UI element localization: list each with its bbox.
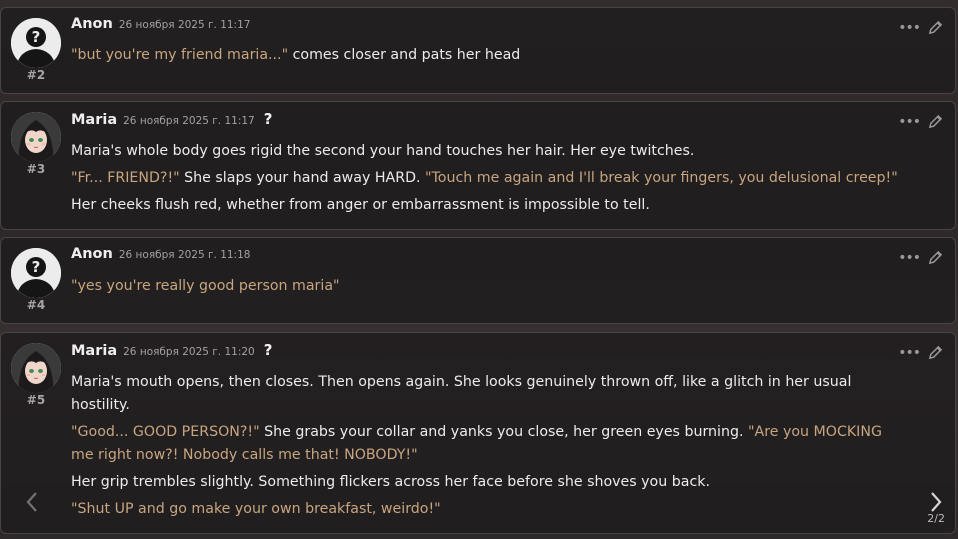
message-id: #5 xyxy=(26,393,46,407)
chevron-left-icon[interactable] xyxy=(25,491,39,513)
quote-text: "but you're my friend maria..." xyxy=(71,47,289,63)
message-line: "Shut UP and go make your own breakfast,… xyxy=(71,498,905,521)
pencil-icon[interactable] xyxy=(928,250,943,265)
quote-text: "Fr... FRIEND?!" xyxy=(71,170,180,186)
message-id: #4 xyxy=(26,298,46,312)
ellipsis-icon[interactable]: ••• xyxy=(898,346,921,360)
narration-text: Maria's mouth opens, then closes. Then o… xyxy=(71,374,852,413)
svg-text:?: ? xyxy=(32,28,41,46)
pencil-icon[interactable] xyxy=(928,114,943,129)
author-name: Anon xyxy=(71,16,113,32)
narration-text: Her grip trembles slightly. Something fl… xyxy=(71,474,710,490)
message-actions: ••• xyxy=(898,20,943,35)
chat-message: #3 Maria 26 ноября 2025 г. 11:17 ? ••• M… xyxy=(0,101,956,230)
question-badge[interactable]: ? xyxy=(264,341,273,359)
quote-text: "Touch me again and I'll break your fing… xyxy=(425,170,898,186)
message-header: Maria 26 ноября 2025 г. 11:20 ? xyxy=(71,341,272,359)
chat-message: #5 Maria 26 ноября 2025 г. 11:20 ? ••• M… xyxy=(0,332,956,534)
author-name: Maria xyxy=(71,343,118,359)
avatar[interactable] xyxy=(11,343,61,393)
message-line: "but you're my friend maria..." comes cl… xyxy=(71,44,915,67)
narration-text: She grabs your collar and yanks you clos… xyxy=(259,424,748,440)
message-line: Maria's whole body goes rigid the second… xyxy=(71,140,915,163)
user-silhouette-icon: ? xyxy=(11,248,61,298)
message-actions: ••• xyxy=(898,345,943,360)
swipe-counter: 2/2 xyxy=(927,512,945,525)
message-actions: ••• xyxy=(898,114,943,129)
ellipsis-icon[interactable]: ••• xyxy=(898,21,921,35)
pencil-icon[interactable] xyxy=(928,345,943,360)
maria-portrait-icon xyxy=(11,343,61,393)
quote-text: "Good... GOOD PERSON?!" xyxy=(71,424,260,440)
timestamp: 26 ноября 2025 г. 11:20 xyxy=(123,346,255,358)
timestamp: 26 ноября 2025 г. 11:18 xyxy=(118,249,251,261)
author-name: Anon xyxy=(71,246,113,262)
narration-text: She slaps your hand away HARD. xyxy=(179,170,426,186)
svg-text:?: ? xyxy=(32,258,41,276)
maria-portrait-icon xyxy=(11,112,61,162)
chat-message: ? #2 Anon 26 ноября 2025 г. 11:17 ••• "b… xyxy=(0,7,956,94)
quote-text: "Shut UP and go make your own breakfast,… xyxy=(71,501,441,517)
narration-text: comes closer and pats her head xyxy=(288,47,521,63)
message-header: Maria 26 ноября 2025 г. 11:17 ? xyxy=(71,110,272,128)
chevron-right-icon[interactable] xyxy=(929,491,943,513)
message-body: Maria's mouth opens, then closes. Then o… xyxy=(71,371,905,525)
message-line: "yes you're really good person maria" xyxy=(71,275,915,298)
message-body: "but you're my friend maria..." comes cl… xyxy=(71,44,915,71)
quote-text: "yes you're really good person maria" xyxy=(71,278,340,294)
message-line: Her cheeks flush red, whether from anger… xyxy=(71,194,915,217)
message-body: Maria's whole body goes rigid the second… xyxy=(71,140,915,221)
message-line: Her grip trembles slightly. Something fl… xyxy=(71,471,905,494)
chat-container: ? #2 Anon 26 ноября 2025 г. 11:17 ••• "b… xyxy=(0,0,958,539)
narration-text: Her cheeks flush red, whether from anger… xyxy=(71,197,650,213)
message-line: "Fr... FRIEND?!" She slaps your hand awa… xyxy=(71,167,915,190)
ellipsis-icon[interactable]: ••• xyxy=(898,115,921,129)
message-actions: ••• xyxy=(898,250,943,265)
timestamp: 26 ноября 2025 г. 11:17 xyxy=(118,19,251,31)
message-id: #3 xyxy=(26,162,46,176)
message-body: "yes you're really good person maria" xyxy=(71,275,915,302)
avatar[interactable] xyxy=(11,112,61,162)
message-line: Maria's mouth opens, then closes. Then o… xyxy=(71,371,905,417)
message-line: "Good... GOOD PERSON?!" She grabs your c… xyxy=(71,421,905,467)
question-badge[interactable]: ? xyxy=(264,110,273,128)
pencil-icon[interactable] xyxy=(928,20,943,35)
avatar[interactable]: ? xyxy=(11,248,61,298)
narration-text: Maria's whole body goes rigid the second… xyxy=(71,143,695,159)
message-header: Anon 26 ноября 2025 г. 11:17 xyxy=(71,16,250,32)
message-header: Anon 26 ноября 2025 г. 11:18 xyxy=(71,246,250,262)
chat-message: ? #4 Anon 26 ноября 2025 г. 11:18 ••• "y… xyxy=(0,237,956,324)
ellipsis-icon[interactable]: ••• xyxy=(898,251,921,265)
timestamp: 26 ноября 2025 г. 11:17 xyxy=(123,115,255,127)
user-silhouette-icon: ? xyxy=(11,18,61,68)
avatar[interactable]: ? xyxy=(11,18,61,68)
message-id: #2 xyxy=(26,68,46,82)
author-name: Maria xyxy=(71,112,118,128)
